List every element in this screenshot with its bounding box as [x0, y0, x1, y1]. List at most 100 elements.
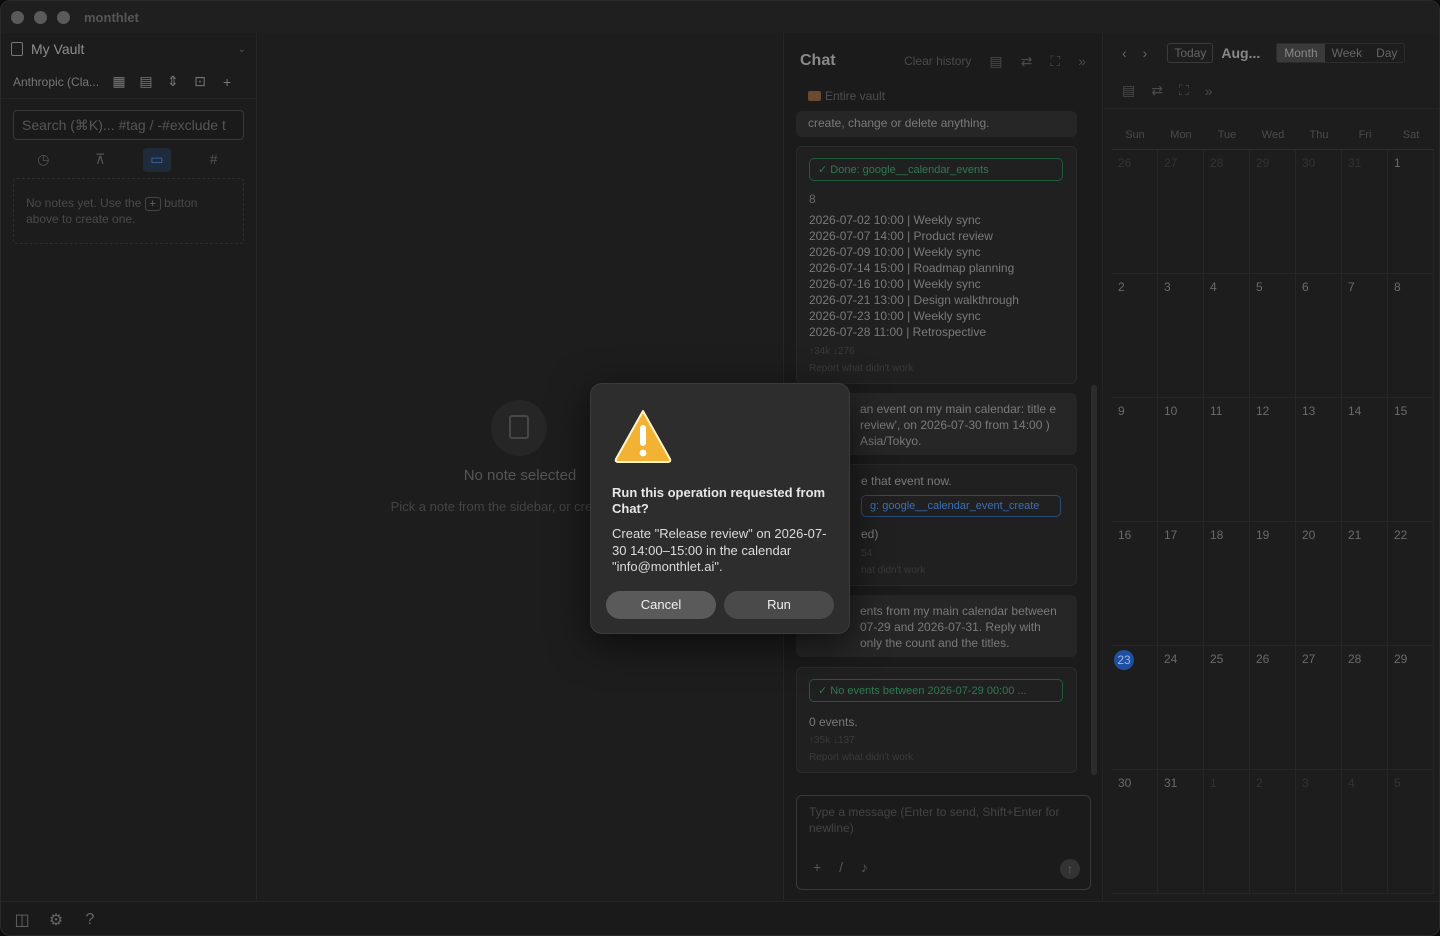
calendar-day-cell[interactable]: 28 [1342, 646, 1388, 770]
folder-tab-icon[interactable]: ▭ [142, 148, 171, 172]
calendar-day-cell[interactable]: 5 [1250, 274, 1296, 398]
calendar-day-cell[interactable]: 6 [1296, 274, 1342, 398]
calendar-day-cell[interactable]: 27 [1296, 646, 1342, 770]
scope-selector[interactable]: Entire vault [784, 89, 1102, 111]
prev-month-icon[interactable]: ‹ [1122, 45, 1127, 61]
calendar-day-cell[interactable]: 3 [1158, 274, 1204, 398]
vault-switcher[interactable]: My Vault ⌄ [1, 33, 256, 65]
calendar-day-cell[interactable]: 20 [1296, 522, 1342, 646]
cancel-button[interactable]: Cancel [606, 591, 716, 619]
close-window-button[interactable] [11, 10, 24, 24]
calendar-day-cell[interactable]: 18 [1204, 522, 1250, 646]
expand-icon[interactable]: ⛶ [1179, 82, 1189, 99]
calendar-day-cell[interactable]: 7 [1342, 274, 1388, 398]
pinned-tab-icon[interactable]: ⊼ [86, 148, 114, 172]
calendar-day-cell[interactable]: 4 [1342, 770, 1388, 894]
calendar-day-cell[interactable]: 30 [1296, 150, 1342, 274]
expand-icon[interactable]: ⛶ [1050, 53, 1060, 70]
calendar-day-cell[interactable]: 27 [1158, 150, 1204, 274]
list-icon[interactable]: ▤ [1122, 82, 1135, 99]
send-button[interactable]: ↑ [1060, 859, 1080, 879]
new-note-icon[interactable]: + [220, 74, 234, 90]
attach-icon[interactable]: + [813, 859, 821, 875]
calendar-day-cell[interactable]: 13 [1296, 398, 1342, 522]
tags-tab-icon[interactable]: # [200, 148, 228, 172]
weekday-label: Mon [1170, 129, 1192, 141]
calendar-day-cell[interactable]: 31 [1342, 150, 1388, 274]
message-text: an event on my main calendar: title e re… [860, 402, 1057, 448]
tool-status-running[interactable]: g: google__calendar_event_create [861, 495, 1061, 517]
calendar-day-cell[interactable]: 21 [1342, 522, 1388, 646]
gear-icon[interactable]: ⚙ [47, 910, 65, 930]
view-month-button[interactable]: Month [1277, 44, 1325, 62]
calendar-day-cell[interactable]: 9 [1112, 398, 1158, 522]
calendar-day-cell[interactable]: 30 [1112, 770, 1158, 894]
toggle-sidebar-icon[interactable]: ◫ [13, 910, 31, 930]
day-number: 2 [1118, 280, 1125, 294]
calendar-day-cell[interactable]: 17 [1158, 522, 1204, 646]
calendar-day-cell[interactable]: 14 [1342, 398, 1388, 522]
swap-icon[interactable]: ⇄ [1151, 82, 1163, 99]
report-link[interactable]: Report what didn't work [809, 363, 1064, 374]
calendar-day-cell[interactable]: 24 [1158, 646, 1204, 770]
recent-tab-icon[interactable]: ◷ [29, 148, 57, 172]
new-folder-icon[interactable]: ⊡ [193, 73, 207, 90]
calendar-day-cell[interactable]: 31 [1158, 770, 1204, 894]
calendar-day-cell[interactable]: 1 [1204, 770, 1250, 894]
calendar-day-cell[interactable]: 2 [1250, 770, 1296, 894]
status-bar: ◫ ⚙ ? [1, 901, 1439, 935]
calendar-day-cell[interactable]: 16 [1112, 522, 1158, 646]
collapse-panel-icon[interactable]: » [1078, 53, 1086, 69]
sort-icon[interactable]: ⇕ [166, 73, 180, 90]
calendar-day-cell[interactable]: 26 [1112, 150, 1158, 274]
calendar-day-cell[interactable]: 25 [1204, 646, 1250, 770]
event-item: 2026-07-07 14:00 | Product review [809, 229, 993, 243]
calendar-header: ‹ › Today Aug... Month Week Day [1104, 33, 1439, 73]
search-input[interactable]: Search (⌘K)... #tag / -#exclude t [13, 110, 244, 140]
event-item: 2026-07-23 10:00 | Weekly sync [809, 309, 981, 323]
tool-status-done[interactable]: ✓ Done: google__calendar_events [809, 158, 1063, 181]
calendar-day-cell[interactable]: 22 [1388, 522, 1434, 646]
zoom-window-button[interactable] [57, 10, 70, 24]
collapse-panel-icon[interactable]: » [1205, 83, 1213, 99]
day-number: 3 [1302, 776, 1309, 790]
sidebar: My Vault ⌄ Anthropic (Cla... ▦ ▤ ⇕ ⊡ + S… [1, 33, 257, 901]
calendar-day-cell[interactable]: 15 [1388, 398, 1434, 522]
today-button[interactable]: Today [1167, 43, 1214, 63]
tool-status-done[interactable]: ✓ No events between 2026-07-29 00:00 ... [809, 679, 1063, 702]
calendar-day-cell[interactable]: 4 [1204, 274, 1250, 398]
calendar-icon[interactable]: ▤ [139, 73, 153, 90]
help-icon[interactable]: ? [81, 911, 99, 929]
calendar-day-cell[interactable]: 5 [1388, 770, 1434, 894]
model-selector[interactable]: Anthropic (Cla... [13, 75, 99, 89]
slash-command-icon[interactable]: / [839, 859, 843, 875]
view-week-button[interactable]: Week [1325, 44, 1369, 62]
chat-message-input[interactable]: Type a message (Enter to send, Shift+Ent… [796, 795, 1091, 890]
minimize-window-button[interactable] [34, 10, 47, 24]
report-link[interactable]: Report what didn't work [809, 752, 1064, 763]
grid-icon[interactable]: ▦ [112, 73, 126, 90]
list-icon[interactable]: ▤ [989, 53, 1002, 70]
clear-history-button[interactable]: Clear history [904, 54, 971, 68]
swap-icon[interactable]: ⇄ [1021, 53, 1033, 70]
calendar-day-cell[interactable]: 29 [1388, 646, 1434, 770]
next-month-icon[interactable]: › [1143, 45, 1148, 61]
microphone-icon[interactable]: ♪ [861, 859, 868, 875]
calendar-day-cell[interactable]: 2 [1112, 274, 1158, 398]
calendar-day-cell[interactable]: 28 [1204, 150, 1250, 274]
calendar-day-cell[interactable]: 8 [1388, 274, 1434, 398]
chat-scrollbar[interactable] [1091, 385, 1097, 775]
calendar-day-cell[interactable]: 29 [1250, 150, 1296, 274]
calendar-day-cell[interactable]: 19 [1250, 522, 1296, 646]
result-line: ed) [861, 527, 879, 541]
report-link[interactable]: hat didn't work [861, 565, 1064, 576]
calendar-day-cell[interactable]: 3 [1296, 770, 1342, 894]
calendar-day-cell[interactable]: 23 [1112, 646, 1158, 770]
calendar-day-cell[interactable]: 1 [1388, 150, 1434, 274]
calendar-day-cell[interactable]: 26 [1250, 646, 1296, 770]
view-day-button[interactable]: Day [1369, 44, 1404, 62]
calendar-day-cell[interactable]: 12 [1250, 398, 1296, 522]
run-button[interactable]: Run [724, 591, 834, 619]
calendar-day-cell[interactable]: 11 [1204, 398, 1250, 522]
calendar-day-cell[interactable]: 10 [1158, 398, 1204, 522]
